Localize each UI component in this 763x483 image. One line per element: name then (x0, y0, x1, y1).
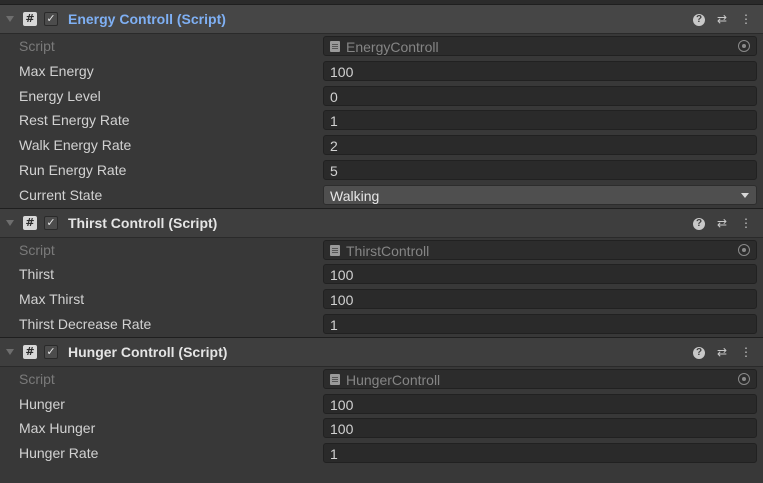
field-label: Thirst (19, 266, 54, 283)
field-value: 100 (330, 267, 354, 284)
field-value: EnergyControll (346, 39, 439, 55)
help-icon[interactable]: ? (693, 14, 705, 26)
enabled-checkbox[interactable]: ✓ (44, 344, 58, 359)
current-state-dropdown[interactable]: Walking (323, 184, 757, 205)
enabled-checkbox[interactable]: ✓ (44, 12, 58, 26)
hunger-rate-input[interactable]: 1 (323, 443, 757, 464)
help-icon[interactable]: ? (693, 217, 705, 230)
field-row-max-energy: Max Energy 100 (0, 59, 763, 84)
object-picker-icon[interactable] (738, 372, 750, 385)
max-thirst-input[interactable]: 100 (323, 289, 757, 310)
field-row-thirst-decrease-rate: Thirst Decrease Rate 1 (0, 312, 763, 337)
field-label: Current State (19, 186, 103, 203)
component-header[interactable]: # ✓ Energy Controll (Script) ? ⇄ ⋮ (0, 4, 763, 34)
energy-level-input[interactable]: 0 (323, 85, 757, 106)
field-label: Script (19, 370, 55, 387)
script-hash-icon: # (23, 215, 37, 230)
script-hash-icon: # (23, 12, 37, 26)
foldout-arrow-icon[interactable] (6, 219, 14, 226)
component-header[interactable]: # ✓ Hunger Controll (Script) ? ⇄ ⋮ (0, 336, 763, 367)
dropdown-arrow-icon (741, 192, 749, 198)
field-value: 5 (330, 162, 338, 179)
script-object-field[interactable]: EnergyControll (323, 36, 757, 56)
component-title: Energy Controll (Script) (68, 11, 226, 27)
rest-energy-rate-input[interactable]: 1 (323, 110, 757, 131)
field-label: Max Hunger (19, 420, 96, 437)
script-row: Script HungerControll (0, 367, 763, 392)
field-value: 100 (330, 421, 354, 438)
max-energy-input[interactable]: 100 (323, 60, 757, 81)
field-row-walk-energy-rate: Walk Energy Rate 2 (0, 133, 763, 158)
script-row: Script EnergyControll (0, 34, 763, 59)
header-icons: ? ⇄ ⋮ (693, 215, 753, 231)
field-value: HungerControll (346, 371, 441, 388)
field-label: Hunger Rate (19, 445, 99, 462)
field-row-thirst: Thirst 100 (0, 262, 763, 287)
thirst-decrease-rate-input[interactable]: 1 (323, 313, 757, 334)
field-value: 1 (330, 113, 338, 130)
field-label: Script (19, 38, 55, 54)
field-value: 0 (330, 88, 338, 105)
field-label: Energy Level (19, 87, 101, 104)
object-picker-icon[interactable] (738, 243, 750, 256)
field-row-hunger-rate: Hunger Rate 1 (0, 441, 763, 466)
field-row-hunger: Hunger 100 (0, 392, 763, 417)
field-label: Walk Energy Rate (19, 137, 132, 154)
field-value: 100 (330, 396, 354, 413)
script-object-field[interactable]: HungerControll (323, 368, 757, 389)
field-value: 1 (330, 316, 338, 333)
field-row-run-energy-rate: Run Energy Rate 5 (0, 158, 763, 183)
walk-energy-rate-input[interactable]: 2 (323, 135, 757, 156)
script-hash-icon: # (23, 344, 37, 359)
context-menu-icon[interactable]: ⋮ (739, 344, 753, 360)
field-value: 100 (330, 63, 354, 80)
script-file-icon (330, 373, 340, 385)
component-title: Hunger Controll (Script) (68, 343, 228, 360)
max-hunger-input[interactable]: 100 (323, 418, 757, 439)
script-row: Script ThirstControll (0, 238, 763, 263)
dropdown-value: Walking (330, 187, 380, 204)
script-file-icon (330, 41, 340, 52)
foldout-arrow-icon[interactable] (6, 348, 14, 355)
field-value: ThirstControll (346, 242, 430, 259)
script-object-field[interactable]: ThirstControll (323, 239, 757, 260)
presets-icon[interactable]: ⇄ (715, 344, 729, 360)
header-icons: ? ⇄ ⋮ (693, 344, 753, 360)
run-energy-rate-input[interactable]: 5 (323, 159, 757, 180)
component-header[interactable]: # ✓ Thirst Controll (Script) ? ⇄ ⋮ (0, 207, 763, 238)
context-menu-icon[interactable]: ⋮ (739, 215, 753, 231)
field-row-energy-level: Energy Level 0 (0, 84, 763, 109)
hunger-input[interactable]: 100 (323, 393, 757, 414)
presets-icon[interactable]: ⇄ (715, 215, 729, 231)
thirst-input[interactable]: 100 (323, 264, 757, 285)
field-label: Script (19, 241, 55, 258)
component-hunger-controll: # ✓ Hunger Controll (Script) ? ⇄ ⋮ Scrip… (0, 336, 763, 466)
field-row-max-thirst: Max Thirst 100 (0, 287, 763, 312)
field-value: 2 (330, 138, 338, 155)
field-row-max-hunger: Max Hunger 100 (0, 416, 763, 441)
field-label: Max Energy (19, 62, 94, 79)
object-picker-icon[interactable] (738, 40, 750, 52)
foldout-arrow-icon[interactable] (6, 16, 14, 22)
field-label: Thirst Decrease Rate (19, 315, 152, 332)
enabled-checkbox[interactable]: ✓ (44, 215, 58, 230)
field-row-rest-energy-rate: Rest Energy Rate 1 (0, 108, 763, 133)
component-title: Thirst Controll (Script) (68, 214, 218, 231)
header-icons: ? ⇄ ⋮ (693, 11, 753, 27)
script-file-icon (330, 244, 340, 256)
context-menu-icon[interactable]: ⋮ (739, 11, 753, 27)
presets-icon[interactable]: ⇄ (715, 11, 729, 27)
component-thirst-controll: # ✓ Thirst Controll (Script) ? ⇄ ⋮ Scrip… (0, 207, 763, 337)
field-row-current-state: Current State Walking (0, 183, 763, 208)
field-value: 1 (330, 446, 338, 463)
field-label: Rest Energy Rate (19, 112, 130, 129)
field-label: Hunger (19, 395, 65, 412)
field-label: Run Energy Rate (19, 161, 127, 178)
field-label: Max Thirst (19, 291, 85, 308)
help-icon[interactable]: ? (693, 346, 705, 359)
component-energy-controll: # ✓ Energy Controll (Script) ? ⇄ ⋮ Scrip… (0, 4, 763, 208)
field-value: 100 (330, 292, 354, 309)
